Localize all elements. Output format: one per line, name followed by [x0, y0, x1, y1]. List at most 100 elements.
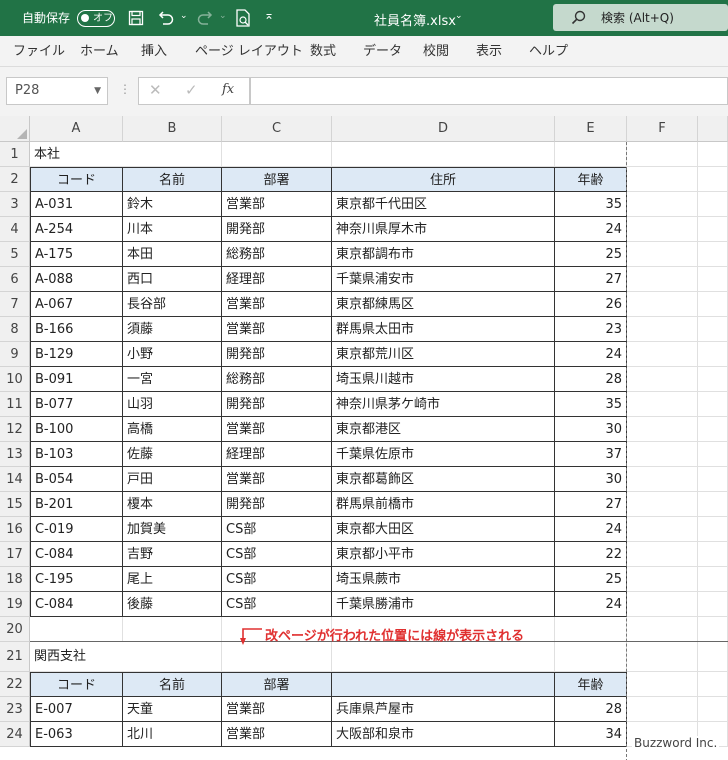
- cell-d-6[interactable]: 千葉県浦安市: [332, 267, 555, 292]
- cell-empty[interactable]: [627, 417, 698, 442]
- column-header-blank[interactable]: [698, 116, 728, 142]
- cell-c-3[interactable]: 営業部: [222, 192, 332, 217]
- row-header[interactable]: 12: [0, 417, 30, 442]
- cell-empty[interactable]: [627, 292, 698, 317]
- column-header-d[interactable]: D: [332, 116, 555, 142]
- cell-empty[interactable]: [627, 592, 698, 617]
- cell-d-11[interactable]: 神奈川県茅ケ崎市: [332, 392, 555, 417]
- cell-a-24[interactable]: E-063: [30, 722, 123, 747]
- cell-empty[interactable]: [698, 267, 728, 292]
- table-header-d[interactable]: 住所: [332, 167, 555, 192]
- cell-b-11[interactable]: 山羽: [123, 392, 222, 417]
- cell-empty[interactable]: [698, 167, 728, 192]
- cell-b-10[interactable]: 一宮: [123, 367, 222, 392]
- row-header[interactable]: 7: [0, 292, 30, 317]
- cell-a-8[interactable]: B-166: [30, 317, 123, 342]
- row-header[interactable]: 20: [0, 617, 30, 642]
- row-header[interactable]: 22: [0, 672, 30, 697]
- insert-function-icon[interactable]: fx: [222, 82, 234, 97]
- cell-empty[interactable]: [627, 317, 698, 342]
- cell-a-23[interactable]: E-007: [30, 697, 123, 722]
- table-header-e[interactable]: 年齢: [555, 167, 627, 192]
- cell-b-9[interactable]: 小野: [123, 342, 222, 367]
- cell-e-20[interactable]: [555, 617, 627, 642]
- cell-empty[interactable]: [627, 242, 698, 267]
- row-header[interactable]: 23: [0, 697, 30, 722]
- cell-b-16[interactable]: 加賀美: [123, 517, 222, 542]
- row-header[interactable]: 5: [0, 242, 30, 267]
- cell-c-23[interactable]: 営業部: [222, 697, 332, 722]
- tab-home[interactable]: ホーム: [80, 36, 119, 67]
- cell-empty[interactable]: [698, 367, 728, 392]
- cell-b-23[interactable]: 天童: [123, 697, 222, 722]
- filename-dropdown-icon[interactable]: ⌄: [455, 11, 463, 21]
- cell-e-19[interactable]: 24: [555, 592, 627, 617]
- cell-b-19[interactable]: 後藤: [123, 592, 222, 617]
- cell-empty[interactable]: [698, 417, 728, 442]
- table-header-a[interactable]: コード: [30, 167, 123, 192]
- row-header[interactable]: 14: [0, 467, 30, 492]
- cell-d-21[interactable]: [332, 642, 555, 672]
- table-header-e[interactable]: 年齢: [555, 672, 627, 697]
- row-header[interactable]: 11: [0, 392, 30, 417]
- cell-b-17[interactable]: 吉野: [123, 542, 222, 567]
- column-header-b[interactable]: B: [123, 116, 222, 142]
- cell-c-4[interactable]: 開発部: [222, 217, 332, 242]
- cell-b-7[interactable]: 長谷部: [123, 292, 222, 317]
- cell-d-14[interactable]: 東京都葛飾区: [332, 467, 555, 492]
- confirm-icon[interactable]: ✓: [185, 81, 198, 99]
- cell-empty[interactable]: [627, 517, 698, 542]
- cell-b-3[interactable]: 鈴木: [123, 192, 222, 217]
- cancel-icon[interactable]: ✕: [149, 81, 162, 99]
- cell-d-5[interactable]: 東京都調布市: [332, 242, 555, 267]
- cell-c-12[interactable]: 営業部: [222, 417, 332, 442]
- cell-a-9[interactable]: B-129: [30, 342, 123, 367]
- cell-b-5[interactable]: 本田: [123, 242, 222, 267]
- cell-c-21[interactable]: [222, 642, 332, 672]
- cell-e-21[interactable]: [555, 642, 627, 672]
- table-header-c[interactable]: 部署: [222, 672, 332, 697]
- row-header[interactable]: 24: [0, 722, 30, 747]
- row-header[interactable]: 16: [0, 517, 30, 542]
- cell-a-19[interactable]: C-084: [30, 592, 123, 617]
- cell-empty[interactable]: [698, 642, 728, 672]
- row-header[interactable]: 17: [0, 542, 30, 567]
- row-header[interactable]: 15: [0, 492, 30, 517]
- cell-b-13[interactable]: 佐藤: [123, 442, 222, 467]
- worksheet-grid[interactable]: A B C D E F 1 本社 2 コード 名前 部署 住所 年齢 3 A-031 鈴木 営業部 東京都千代田区 3…: [0, 116, 728, 760]
- column-header-f[interactable]: F: [627, 116, 698, 142]
- column-header-e[interactable]: E: [555, 116, 627, 142]
- cell-empty[interactable]: [698, 697, 728, 722]
- cell-b-4[interactable]: 川本: [123, 217, 222, 242]
- cell-e-14[interactable]: 30: [555, 467, 627, 492]
- cell-e-5[interactable]: 25: [555, 242, 627, 267]
- cell-d-10[interactable]: 埼玉県川越市: [332, 367, 555, 392]
- tab-insert[interactable]: 挿入: [141, 36, 167, 67]
- cell-c-8[interactable]: 営業部: [222, 317, 332, 342]
- row-header[interactable]: 3: [0, 192, 30, 217]
- cell-a-17[interactable]: C-084: [30, 542, 123, 567]
- cell-b-21[interactable]: [123, 642, 222, 672]
- cell-empty[interactable]: [627, 567, 698, 592]
- row-header[interactable]: 4: [0, 217, 30, 242]
- cell-a-14[interactable]: B-054: [30, 467, 123, 492]
- table-header-c[interactable]: 部署: [222, 167, 332, 192]
- cell-empty[interactable]: [627, 392, 698, 417]
- cell-empty[interactable]: [698, 492, 728, 517]
- tab-view[interactable]: 表示: [476, 36, 502, 67]
- cell-b-14[interactable]: 戸田: [123, 467, 222, 492]
- cell-b-20[interactable]: [123, 617, 222, 642]
- column-header-c[interactable]: C: [222, 116, 332, 142]
- table-header-d[interactable]: [332, 672, 555, 697]
- cell-a-11[interactable]: B-077: [30, 392, 123, 417]
- section-title[interactable]: 本社: [30, 142, 123, 167]
- cell-d-8[interactable]: 群馬県太田市: [332, 317, 555, 342]
- row-header[interactable]: 2: [0, 167, 30, 192]
- cell-empty[interactable]: [627, 697, 698, 722]
- cell-e-13[interactable]: 37: [555, 442, 627, 467]
- cell-c-6[interactable]: 経理部: [222, 267, 332, 292]
- name-box[interactable]: P28 ▼: [6, 77, 108, 105]
- cell-empty[interactable]: [698, 317, 728, 342]
- cell-empty[interactable]: [698, 542, 728, 567]
- cell-c-13[interactable]: 経理部: [222, 442, 332, 467]
